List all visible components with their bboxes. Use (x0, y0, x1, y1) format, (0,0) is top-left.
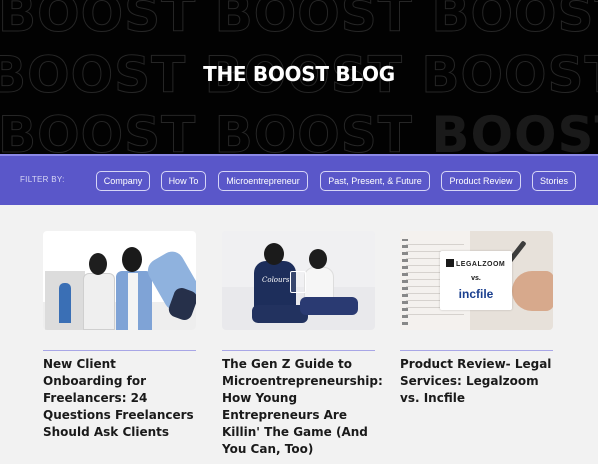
post-thumbnail[interactable] (43, 231, 196, 330)
card-divider (43, 350, 196, 351)
filter-chip-company[interactable]: Company (96, 171, 150, 191)
post-thumbnail[interactable]: Colours (222, 231, 375, 330)
filter-chip-how-to[interactable]: How To (161, 171, 206, 191)
page-title: THE BOOST BLOG (203, 62, 395, 86)
post-card[interactable]: New Client Onboarding for Freelancers: 2… (43, 231, 196, 439)
card-divider (400, 350, 553, 351)
incfile-logo: incfile (458, 287, 494, 301)
post-title[interactable]: Product Review- Legal Services: Legalzoo… (400, 356, 553, 407)
filter-chip-microentrepreneur[interactable]: Microentrepreneur (218, 171, 308, 191)
legalzoom-logo: LEGALZOOM (446, 259, 508, 268)
post-title[interactable]: The Gen Z Guide to Microentrepreneurship… (222, 356, 383, 458)
post-title[interactable]: New Client Onboarding for Freelancers: 2… (43, 356, 196, 441)
blog-hero: BOOST BOOST BOOST BOOST BOOST BOOST BOOS… (0, 0, 598, 154)
watermark-row: BOOST BOOST BOOST (0, 106, 598, 155)
thumb-logo-text: Colours (262, 276, 290, 284)
filter-chip-past-present-future[interactable]: Past, Present, & Future (320, 171, 430, 191)
post-card[interactable]: LEGALZOOM vs. incfile Product Review- Le… (400, 231, 553, 405)
filter-label: FILTER BY: (20, 175, 65, 184)
filter-chip-product-review[interactable]: Product Review (441, 171, 521, 191)
post-thumbnail[interactable]: LEGALZOOM vs. incfile (400, 231, 553, 330)
filter-chip-stories[interactable]: Stories (532, 171, 576, 191)
post-card[interactable]: Colours The Gen Z Guide to Microentrepre… (222, 231, 383, 456)
comparison-card: LEGALZOOM vs. incfile (440, 251, 512, 310)
card-divider (222, 350, 375, 351)
filter-bar: FILTER BY: Company How To Microentrepren… (0, 154, 598, 205)
watermark-row: BOOST BOOST BOOST (0, 0, 598, 43)
